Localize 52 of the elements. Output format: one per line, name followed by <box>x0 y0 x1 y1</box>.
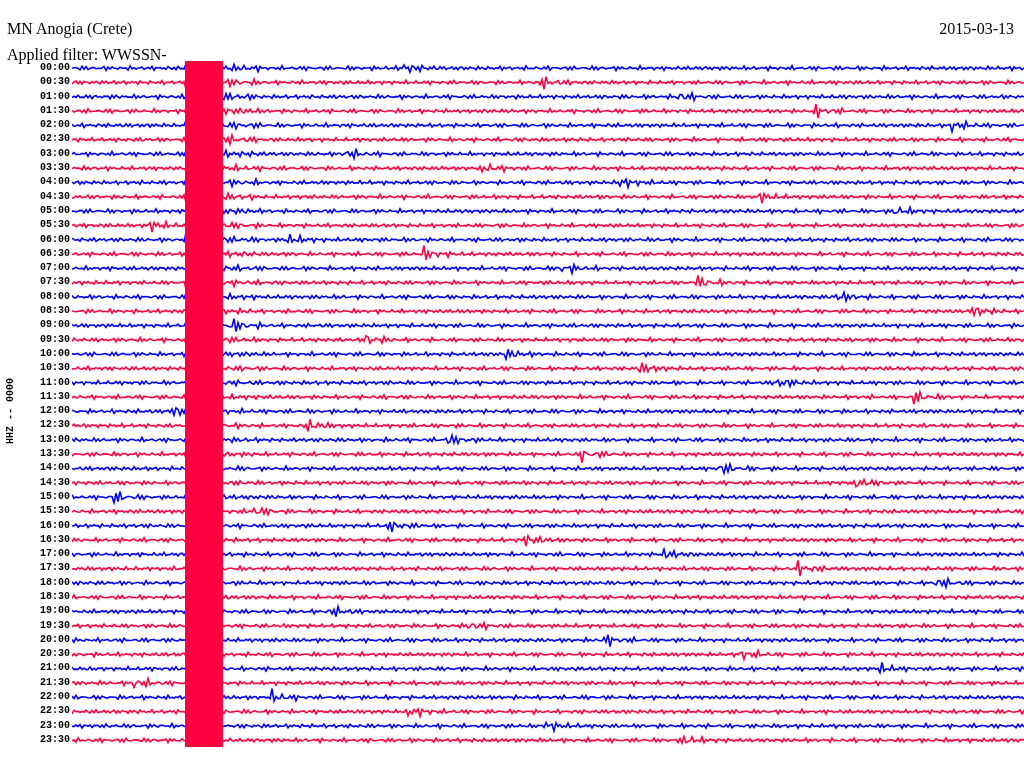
time-label: 15:00 <box>40 489 70 504</box>
time-label: 12:00 <box>40 404 70 419</box>
time-label: 13:00 <box>40 432 70 447</box>
time-label: 02:00 <box>40 118 70 133</box>
filter-label: Applied filter: WWSSN- <box>7 46 167 64</box>
time-label: 01:30 <box>40 103 70 118</box>
time-label: 14:00 <box>40 461 70 476</box>
time-label: 10:00 <box>40 346 70 361</box>
time-label: 18:00 <box>40 575 70 590</box>
time-label: 22:00 <box>40 690 70 705</box>
time-label: 15:30 <box>40 504 70 519</box>
time-label: 05:30 <box>40 218 70 233</box>
time-label: 11:00 <box>40 375 70 390</box>
time-label: 13:30 <box>40 447 70 461</box>
time-label: 01:00 <box>40 89 70 104</box>
time-label: 16:30 <box>40 532 70 547</box>
time-label: 16:00 <box>40 518 70 533</box>
time-label: 17:00 <box>40 547 70 562</box>
time-label: 19:30 <box>40 618 70 633</box>
time-label: 12:30 <box>40 418 70 433</box>
time-label: 21:00 <box>40 661 70 676</box>
time-label: 22:30 <box>40 704 70 719</box>
time-label: 00:30 <box>40 75 70 90</box>
time-label: 04:30 <box>40 189 70 204</box>
time-label: 08:00 <box>40 289 70 304</box>
station-title: MN Anogia (Crete) <box>7 20 133 38</box>
time-label: 17:30 <box>40 561 70 576</box>
time-label: 07:30 <box>40 275 70 290</box>
time-label: 21:30 <box>40 675 70 690</box>
time-label: 00:00 <box>40 62 70 75</box>
time-label: 14:30 <box>40 475 70 490</box>
time-label: 02:30 <box>40 132 70 147</box>
time-label: 19:00 <box>40 604 70 619</box>
time-label: 10:30 <box>40 361 70 376</box>
time-label: 20:00 <box>40 632 70 647</box>
time-label: 23:00 <box>40 718 70 733</box>
time-label: 08:30 <box>40 304 70 319</box>
time-label: 07:00 <box>40 261 70 276</box>
time-label: 05:00 <box>40 203 70 218</box>
time-label: 04:00 <box>40 175 70 190</box>
time-label: 06:00 <box>40 232 70 247</box>
time-label: 20:30 <box>40 647 70 662</box>
time-label: 09:30 <box>40 332 70 347</box>
channel-label: HHZ -- 0000 <box>4 378 16 444</box>
time-label: 11:30 <box>40 389 70 404</box>
time-label: 09:00 <box>40 318 70 333</box>
time-label: 06:30 <box>40 246 70 261</box>
time-label: 18:30 <box>40 590 70 604</box>
time-label: 03:30 <box>40 161 70 176</box>
time-label: 23:30 <box>40 732 70 747</box>
plot-date: 2015-03-13 <box>939 20 1014 38</box>
time-label: 03:00 <box>40 146 70 161</box>
